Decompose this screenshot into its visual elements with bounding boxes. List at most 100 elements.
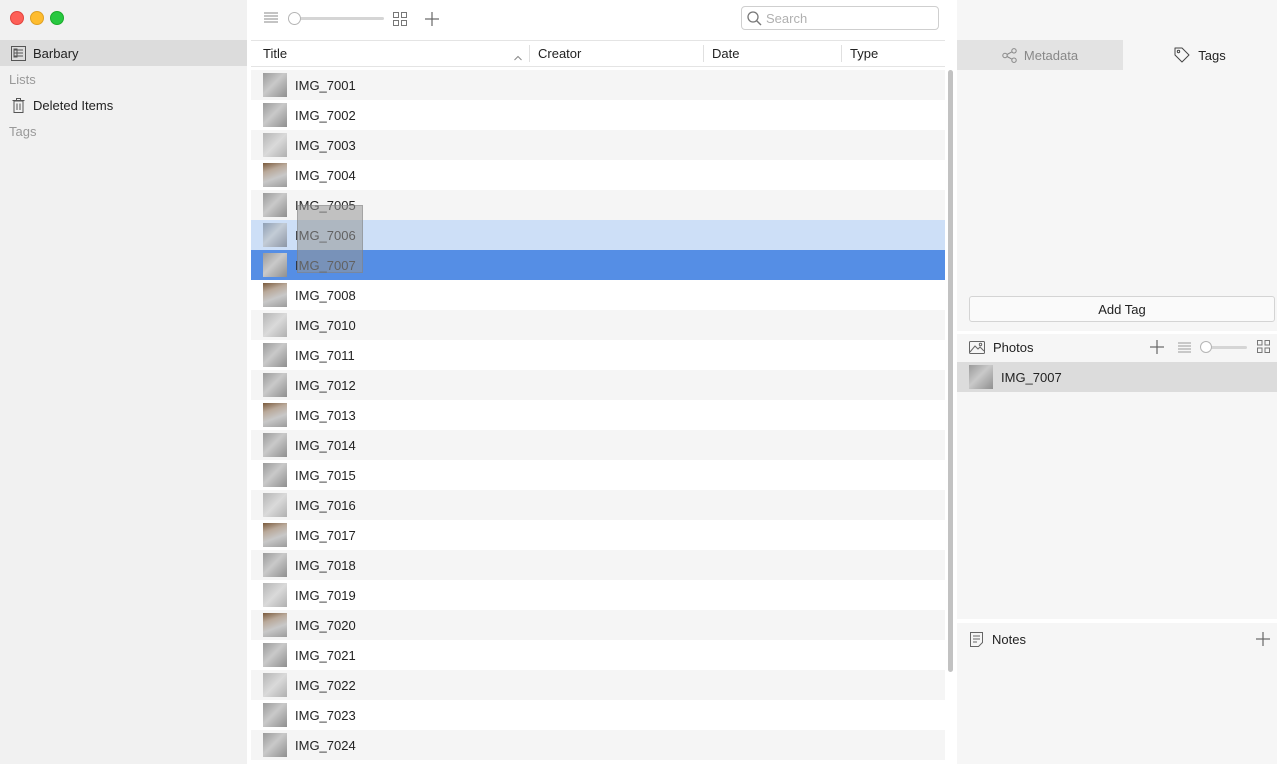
photo-thumbnail xyxy=(969,365,993,389)
tags-section-header: Tags xyxy=(9,124,37,139)
table-row[interactable]: IMG_7014 xyxy=(251,430,945,460)
close-window-button[interactable] xyxy=(10,11,24,25)
tag-icon xyxy=(1174,47,1190,63)
list-view-icon[interactable] xyxy=(1178,341,1191,356)
table-row[interactable]: IMG_7019 xyxy=(251,580,945,610)
row-thumbnail xyxy=(263,703,287,727)
sidebar-item-library[interactable]: Barbary xyxy=(0,40,247,66)
row-title: IMG_7022 xyxy=(295,677,356,693)
row-title: IMG_7008 xyxy=(295,287,356,303)
row-title: IMG_7015 xyxy=(295,467,356,483)
column-header-creator[interactable]: Creator xyxy=(538,41,581,66)
table-row[interactable]: IMG_7004 xyxy=(251,160,945,190)
photos-icon xyxy=(969,340,985,354)
table-row[interactable]: IMG_7011 xyxy=(251,340,945,370)
add-photo-icon[interactable] xyxy=(1150,340,1164,357)
photo-title: IMG_7007 xyxy=(1001,369,1062,385)
tab-label: Tags xyxy=(1198,47,1226,63)
table-row[interactable]: IMG_7013 xyxy=(251,400,945,430)
table-row[interactable]: IMG_7012 xyxy=(251,370,945,400)
row-thumbnail xyxy=(263,73,287,97)
row-title: IMG_7010 xyxy=(295,317,356,333)
item-table: IMG_7001IMG_7002IMG_7003IMG_7004IMG_7005… xyxy=(251,70,945,764)
sidebar-item-label: Barbary xyxy=(33,45,79,61)
scrollbar-thumb[interactable] xyxy=(948,70,953,672)
library-icon xyxy=(10,45,26,61)
table-row[interactable]: IMG_7022 xyxy=(251,670,945,700)
section-divider xyxy=(957,619,1277,623)
list-view-icon[interactable] xyxy=(264,12,278,27)
row-thumbnail xyxy=(263,553,287,577)
table-row[interactable]: IMG_7002 xyxy=(251,100,945,130)
table-row[interactable]: IMG_7016 xyxy=(251,490,945,520)
lists-section-header: Lists xyxy=(9,72,36,87)
row-title: IMG_7003 xyxy=(295,137,356,153)
row-thumbnail xyxy=(263,253,287,277)
row-title: IMG_7001 xyxy=(295,77,356,93)
table-row[interactable]: IMG_7018 xyxy=(251,550,945,580)
photo-list-item[interactable]: IMG_7007 xyxy=(957,362,1277,392)
row-title: IMG_7012 xyxy=(295,377,356,393)
row-title: IMG_7020 xyxy=(295,617,356,633)
column-header-title[interactable]: Title xyxy=(263,41,287,66)
search-field[interactable] xyxy=(741,6,939,30)
row-thumbnail xyxy=(263,583,287,607)
column-header-row: Title Creator Date Type xyxy=(251,40,945,67)
trash-icon xyxy=(10,97,26,113)
sidebar-item-deleted[interactable]: Deleted Items xyxy=(0,92,247,118)
tab-tags[interactable]: Tags xyxy=(1123,40,1277,70)
table-row[interactable]: IMG_7001 xyxy=(251,70,945,100)
row-thumbnail xyxy=(263,493,287,517)
share-icon xyxy=(1002,47,1017,63)
notes-label: Notes xyxy=(992,631,1026,647)
table-row[interactable]: IMG_7017 xyxy=(251,520,945,550)
row-title: IMG_7014 xyxy=(295,437,356,453)
table-row[interactable]: IMG_7021 xyxy=(251,640,945,670)
row-thumbnail xyxy=(263,403,287,427)
row-title: IMG_7024 xyxy=(295,737,356,753)
table-row[interactable]: IMG_7008 xyxy=(251,280,945,310)
table-row[interactable]: IMG_7015 xyxy=(251,460,945,490)
column-header-date[interactable]: Date xyxy=(712,41,739,66)
photo-size-slider-knob[interactable] xyxy=(1200,341,1212,353)
column-header-type[interactable]: Type xyxy=(850,41,878,66)
grid-view-icon[interactable] xyxy=(393,12,407,29)
grid-view-icon[interactable] xyxy=(1257,340,1270,356)
row-thumbnail xyxy=(263,733,287,757)
photos-label: Photos xyxy=(993,339,1034,355)
row-title: IMG_7018 xyxy=(295,557,356,573)
column-divider[interactable] xyxy=(703,45,704,62)
row-title: IMG_7016 xyxy=(295,497,356,513)
table-row[interactable]: IMG_7003 xyxy=(251,130,945,160)
row-title: IMG_7004 xyxy=(295,167,356,183)
row-thumbnail xyxy=(263,133,287,157)
table-row[interactable]: IMG_7010 xyxy=(251,310,945,340)
row-thumbnail xyxy=(263,373,287,397)
row-thumbnail xyxy=(263,193,287,217)
tab-label: Metadata xyxy=(1023,47,1079,63)
row-thumbnail xyxy=(263,463,287,487)
row-thumbnail xyxy=(263,283,287,307)
add-tag-button[interactable]: Add Tag xyxy=(969,296,1275,322)
add-item-icon[interactable] xyxy=(425,12,439,29)
add-note-icon[interactable] xyxy=(1256,632,1270,649)
search-input[interactable] xyxy=(762,10,926,26)
zoom-window-button[interactable] xyxy=(50,11,64,25)
row-thumbnail xyxy=(263,673,287,697)
zoom-slider-track[interactable] xyxy=(292,17,384,20)
tab-metadata[interactable]: Metadata xyxy=(957,40,1123,70)
search-icon xyxy=(747,10,762,26)
notes-section-header: Notes xyxy=(957,626,1277,652)
row-thumbnail xyxy=(263,103,287,127)
row-thumbnail xyxy=(263,613,287,637)
column-divider[interactable] xyxy=(529,45,530,62)
row-thumbnail xyxy=(263,223,287,247)
column-divider[interactable] xyxy=(841,45,842,62)
table-row[interactable]: IMG_7023 xyxy=(251,700,945,730)
minimize-window-button[interactable] xyxy=(30,11,44,25)
zoom-slider-knob[interactable] xyxy=(288,12,301,25)
table-row[interactable]: IMG_7024 xyxy=(251,730,945,760)
row-title: IMG_7019 xyxy=(295,587,356,603)
table-row[interactable]: IMG_7020 xyxy=(251,610,945,640)
row-title: IMG_7021 xyxy=(295,647,356,663)
